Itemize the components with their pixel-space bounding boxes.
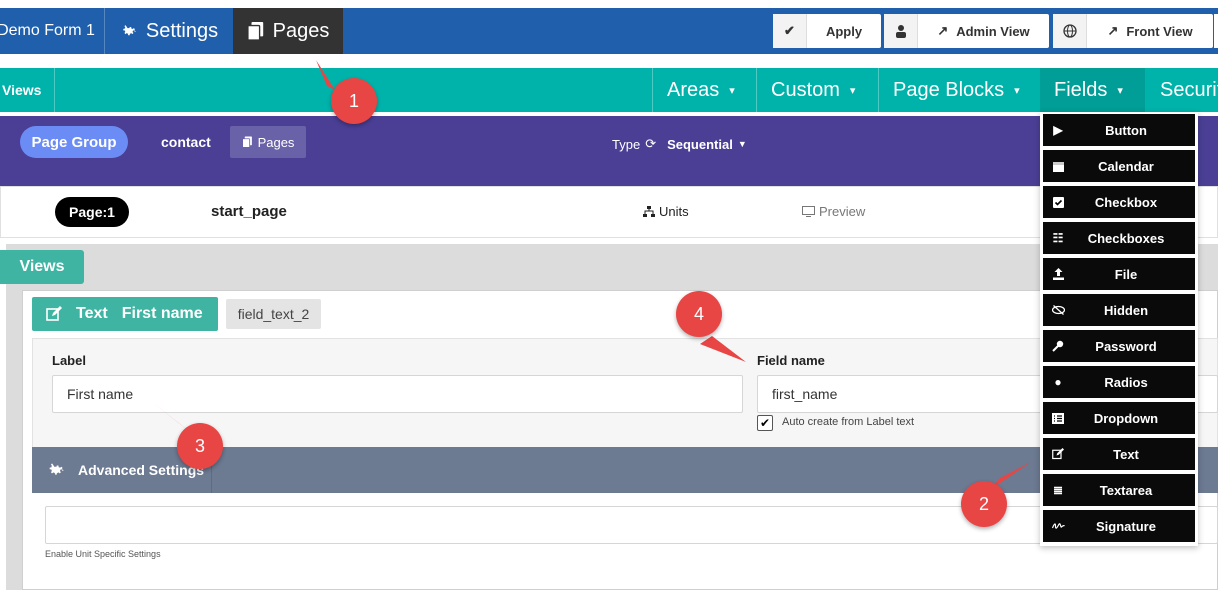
callout-arrows — [152, 60, 1031, 490]
callout-4: 4 — [676, 291, 722, 337]
callout-arrow-1 — [316, 60, 335, 90]
callout-3: 3 — [177, 423, 223, 469]
callout-arrow-4 — [700, 336, 746, 362]
callout-2: 2 — [961, 481, 1007, 527]
callout-1: 1 — [331, 78, 377, 124]
